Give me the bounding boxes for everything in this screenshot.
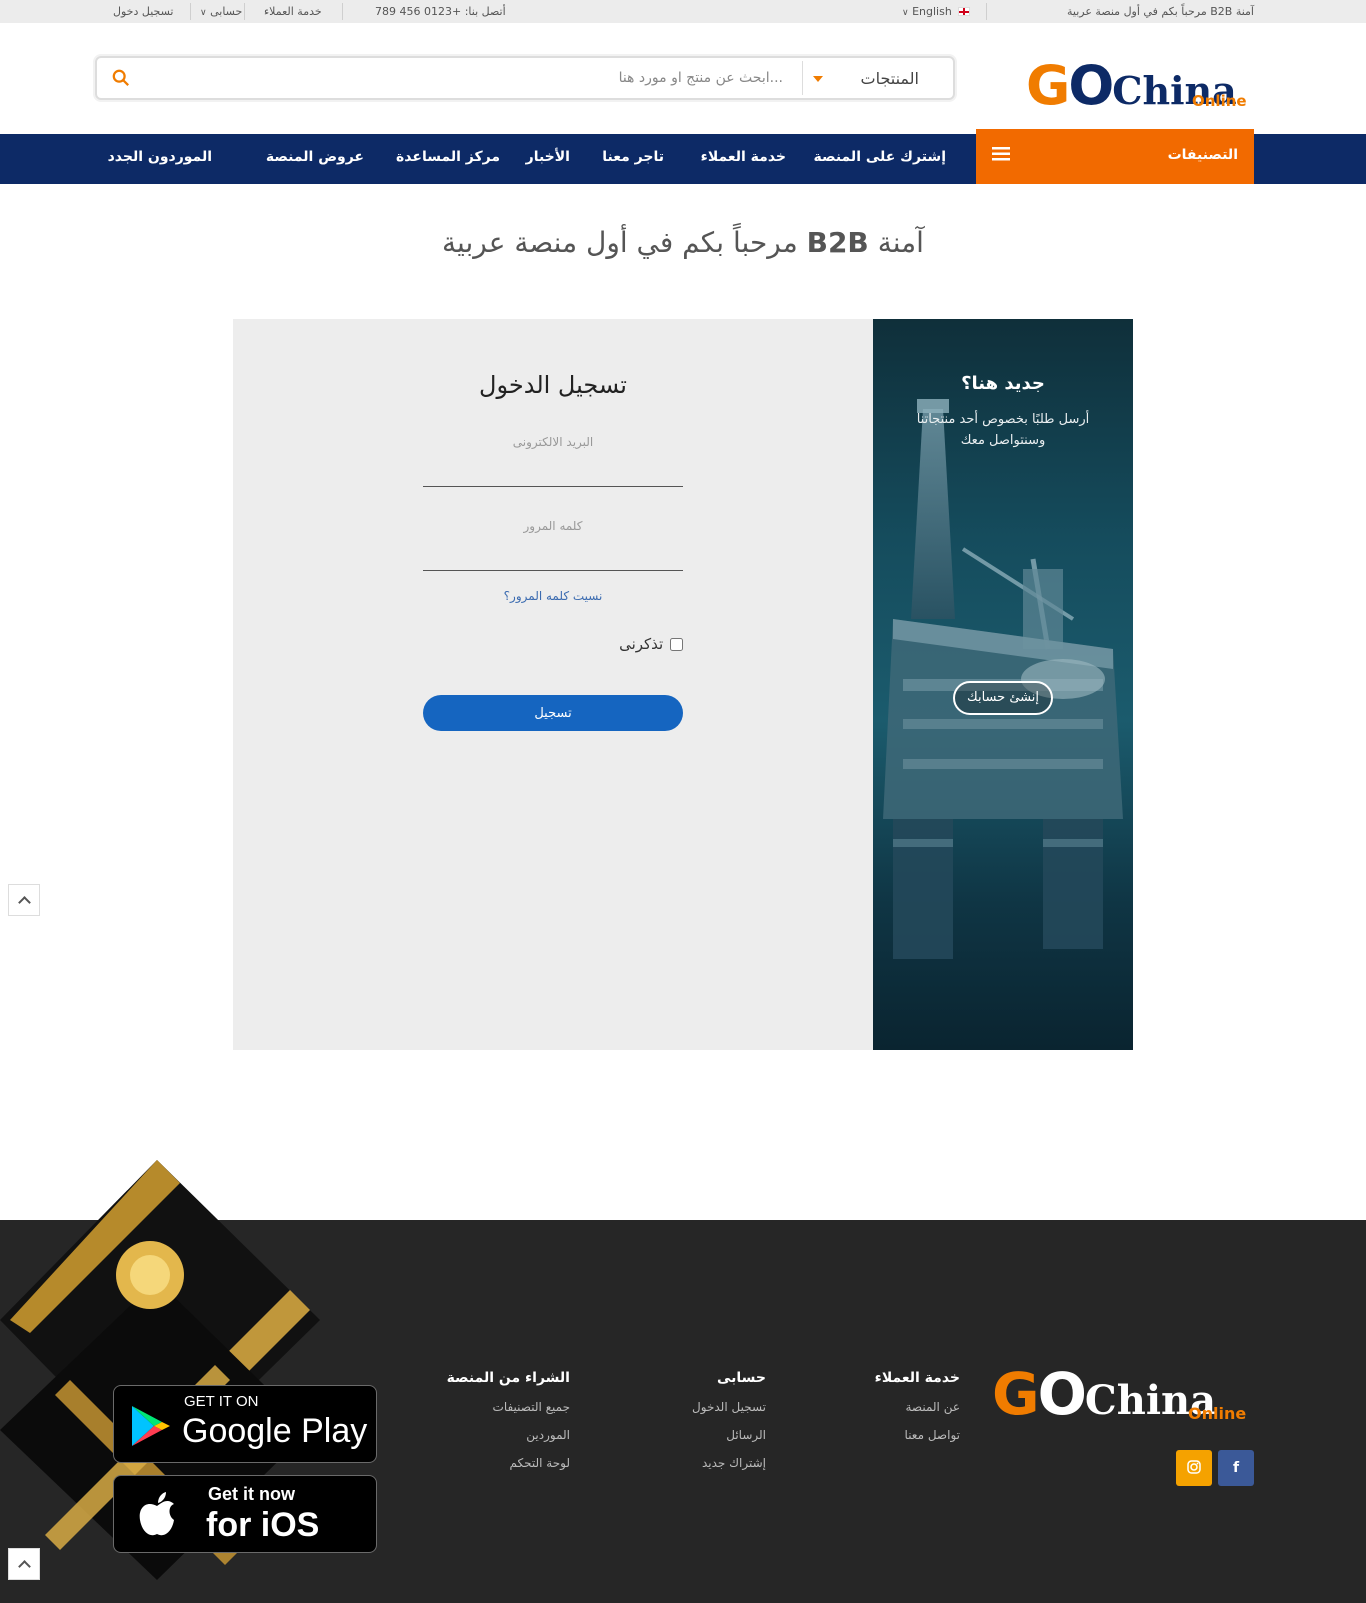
footer-column-customer-service: خدمة العملاء عن المنصة تواصل معنا [875, 1370, 960, 1456]
email-underline [423, 486, 683, 487]
logo-go: GO [1026, 54, 1114, 117]
caret-down-icon[interactable] [813, 76, 823, 82]
scroll-top-button[interactable] [8, 1548, 40, 1580]
login-panel: تسجيل الدخول البريد الالكترونى كلمه المر… [233, 319, 873, 1050]
nav-item-help-center[interactable]: مركز المساعدة [396, 149, 500, 165]
categories-button[interactable]: التصنيفات [976, 129, 1254, 184]
divider [342, 3, 343, 20]
logo-go: GO [992, 1360, 1087, 1428]
footer-link[interactable]: لوحة التحكم [447, 1456, 571, 1484]
email-label: البريد الالكترونى [512, 435, 594, 449]
google-play-big-text: Google Play [182, 1412, 368, 1450]
top-welcome-text: مرحباً بكم في أول منصة عربية B2B آمنة [1067, 5, 1254, 18]
google-play-badge[interactable]: GET IT ON Google Play [113, 1385, 377, 1463]
password-field[interactable] [423, 543, 683, 567]
nav-item-news[interactable]: الأخبار [526, 149, 570, 165]
footer-link[interactable]: إشتراك جديد [692, 1456, 766, 1484]
forgot-password-link[interactable]: نسيت كلمه المرور؟ [423, 589, 683, 603]
promo-text: أرسل طلبًا بخصوص أحد منتجاتنا وسنتواصل م… [916, 412, 1090, 448]
divider [986, 3, 987, 20]
footer-link[interactable]: جميع التصنيفات [447, 1400, 570, 1428]
promo-title: جديد هنا؟ [961, 373, 1045, 394]
menu-icon [992, 147, 1010, 161]
search-icon[interactable] [112, 69, 130, 87]
nav-item-trade-with-us[interactable]: تاجر معنا [602, 149, 664, 165]
page-heading: مرحباً بكم في أول منصة عربية B2B آمنة [442, 226, 924, 259]
customer-service-link[interactable]: خدمة العملاء [264, 5, 322, 18]
nav-item-customer-service[interactable]: خدمة العملاء [701, 149, 786, 165]
app-store-badge[interactable]: Get it now for iOS [113, 1475, 377, 1553]
divider [244, 3, 245, 20]
divider [190, 3, 191, 20]
logo-online: Online [1188, 1404, 1247, 1423]
chevron-down-icon: ∨ [200, 8, 207, 18]
password-label: كلمه المرور [523, 519, 583, 533]
logo-online: Online [1192, 92, 1247, 110]
scroll-top-button[interactable] [8, 884, 40, 916]
language-selector[interactable]: ∨ English [902, 5, 971, 18]
footer-link[interactable]: الرسائل [692, 1428, 766, 1456]
google-play-small-text: GET IT ON [184, 1393, 259, 1410]
nav-item-offers[interactable]: عروض المنصة [266, 149, 364, 165]
footer-link[interactable]: تسجيل الدخول [692, 1400, 766, 1428]
password-underline [423, 570, 683, 571]
search-category-select[interactable]: المنتجات [861, 69, 920, 88]
search-bar: ابحث عن منتج او مورد هنا... المنتجات [95, 56, 955, 100]
account-menu[interactable]: ∨ حسابى [200, 5, 242, 18]
remember-me-checkbox[interactable] [670, 638, 683, 651]
chevron-down-icon: ∨ [902, 8, 909, 18]
top-bar: مرحباً بكم في أول منصة عربية B2B آمنة ∨ … [0, 0, 1366, 23]
footer-link[interactable]: عن المنصة [875, 1400, 961, 1428]
nav-item-new-suppliers[interactable]: الموردون الجدد [108, 149, 212, 165]
england-flag-icon [958, 7, 971, 16]
play-store-icon [132, 1406, 170, 1446]
facebook-icon[interactable]: f [1218, 1450, 1254, 1486]
footer-link[interactable]: تواصل معنا [875, 1428, 960, 1456]
categories-label: التصنيفات [1167, 147, 1238, 163]
instagram-icon[interactable] [1176, 1450, 1212, 1486]
footer-column-account: حسابى تسجيل الدخول الرسائل إشتراك جديد [692, 1370, 766, 1484]
login-title: تسجيل الدخول [479, 371, 627, 399]
footer-column-buying: الشراء من المنصة جميع التصنيفات الموردين… [447, 1370, 570, 1484]
remember-me[interactable]: تذكرنى [619, 635, 683, 653]
footer-logo[interactable]: GOChina Online [992, 1360, 1246, 1428]
divider [802, 61, 803, 95]
apple-icon [139, 1492, 174, 1536]
nav-item-subscribe[interactable]: إشترك على المنصة [814, 149, 946, 165]
create-account-button[interactable]: إنشئ حسابك [953, 681, 1053, 715]
search-input[interactable]: ابحث عن منتج او مورد هنا... [619, 70, 783, 86]
login-submit-button[interactable]: تسجيل [423, 695, 683, 731]
ios-small-text: Get it now [208, 1484, 295, 1504]
email-field[interactable] [423, 459, 683, 483]
ios-big-text: for iOS [206, 1506, 320, 1544]
signup-promo-panel: جديد هنا؟ أرسل طلبًا بخصوص أحد منتجاتنا … [873, 319, 1133, 1050]
footer-link[interactable]: الموردين [447, 1428, 570, 1456]
contact-phone: أتصل بنا: +0123 456 789 [375, 5, 506, 18]
top-login-link[interactable]: تسجيل دخول [113, 5, 174, 18]
header-logo[interactable]: GOChina Online [1026, 54, 1247, 117]
